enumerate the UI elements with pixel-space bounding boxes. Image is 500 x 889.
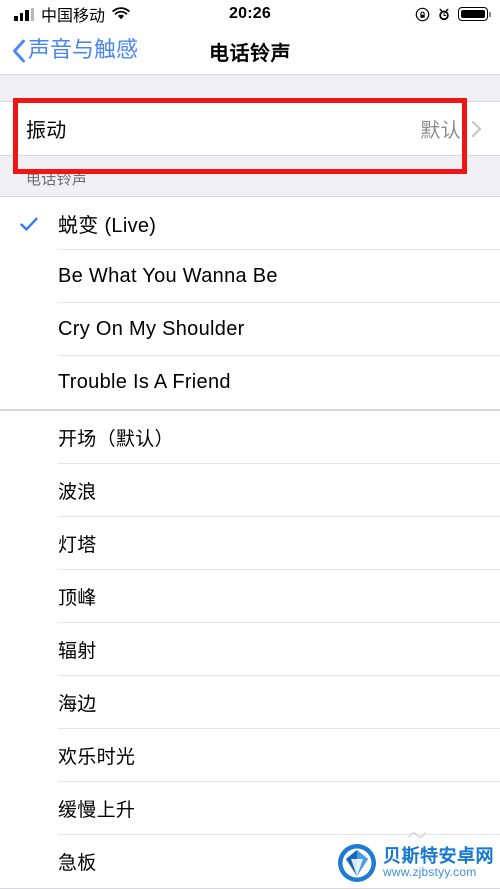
ringtone-row[interactable]: 顶峰 — [0, 570, 500, 623]
vibration-row-label: 振动 — [26, 120, 67, 142]
ringtone-row[interactable]: Cry On My Shoulder — [0, 303, 500, 356]
ringtone-row[interactable]: 开场（默认） — [0, 411, 500, 464]
settings-list[interactable]: 振动 默认 电话铃声 蜕变 (Live) Be What You Wanna B… — [0, 75, 500, 889]
vibration-row[interactable]: 振动 默认 — [0, 102, 500, 155]
ringtone-group-custom: 蜕变 (Live) Be What You Wanna Be Cry On My… — [0, 196, 500, 410]
ringtone-label: 灯塔 — [58, 535, 97, 556]
watermark-url: www.zjbstyy.com — [383, 865, 477, 880]
ringtone-row[interactable]: Trouble Is A Friend — [0, 356, 500, 409]
ringtone-row[interactable]: 欢乐时光 — [0, 729, 500, 782]
ringtone-group-system: 开场（默认） 波浪 灯塔 顶峰 辐射 海边 欢乐时光 缓慢上升 急板 — [0, 410, 500, 889]
ringtone-label: 开场（默认） — [58, 429, 174, 450]
battery-icon — [458, 7, 491, 21]
ringtone-label: Cry On My Shoulder — [58, 318, 245, 340]
chevron-right-icon — [461, 120, 500, 138]
navigation-bar: 声音与触感 电话铃声 — [0, 28, 500, 75]
ringtone-label: 波浪 — [58, 482, 97, 503]
ringtone-row-selected[interactable]: 蜕变 (Live) — [0, 197, 500, 250]
ringtone-label: 欢乐时光 — [58, 747, 136, 768]
vibration-group: 振动 默认 — [0, 101, 500, 156]
ringtone-label: 急板 — [58, 853, 97, 874]
status-bar-right — [415, 7, 491, 22]
ringtone-label: Trouble Is A Friend — [58, 371, 231, 393]
ringtone-row[interactable]: 海边 — [0, 676, 500, 729]
ringtone-label: 蜕变 (Live) — [58, 215, 157, 237]
watermark-title: 贝斯特安卓网 — [383, 846, 494, 867]
check-icon — [20, 217, 38, 231]
watermark-logo-icon — [338, 844, 376, 882]
ringtone-label: 辐射 — [58, 641, 97, 662]
watermark-swoosh-icon — [408, 832, 426, 838]
watermark-text: 贝斯特安卓网 www.zjbstyy.com — [383, 847, 494, 878]
phone-screen: 中国移动 20:26 声音与触感 电话铃声 振动 默认 电话铃声 蜕变 (Liv… — [0, 0, 500, 889]
ringtone-section-header: 电话铃声 — [0, 156, 500, 196]
rotation-lock-icon — [415, 7, 430, 22]
ringtone-row[interactable]: 缓慢上升 — [0, 782, 500, 835]
ringtone-label: 海边 — [58, 694, 97, 715]
ringtone-label: Be What You Wanna Be — [58, 265, 278, 287]
vibration-row-value: 默认 — [420, 120, 461, 142]
page-title: 电话铃声 — [209, 42, 291, 65]
watermark: 贝斯特安卓网 www.zjbstyy.com — [337, 843, 494, 883]
ringtone-label: 缓慢上升 — [58, 800, 136, 821]
ringtone-label: 顶峰 — [58, 588, 97, 609]
top-spacer — [0, 75, 500, 101]
ringtone-row[interactable]: 波浪 — [0, 464, 500, 517]
alarm-clock-icon — [437, 7, 451, 22]
checkmark-slot — [0, 213, 58, 235]
status-bar: 中国移动 20:26 — [0, 0, 500, 28]
ringtone-row[interactable]: 灯塔 — [0, 517, 500, 570]
ringtone-row[interactable]: Be What You Wanna Be — [0, 250, 500, 303]
ringtone-row[interactable]: 辐射 — [0, 623, 500, 676]
